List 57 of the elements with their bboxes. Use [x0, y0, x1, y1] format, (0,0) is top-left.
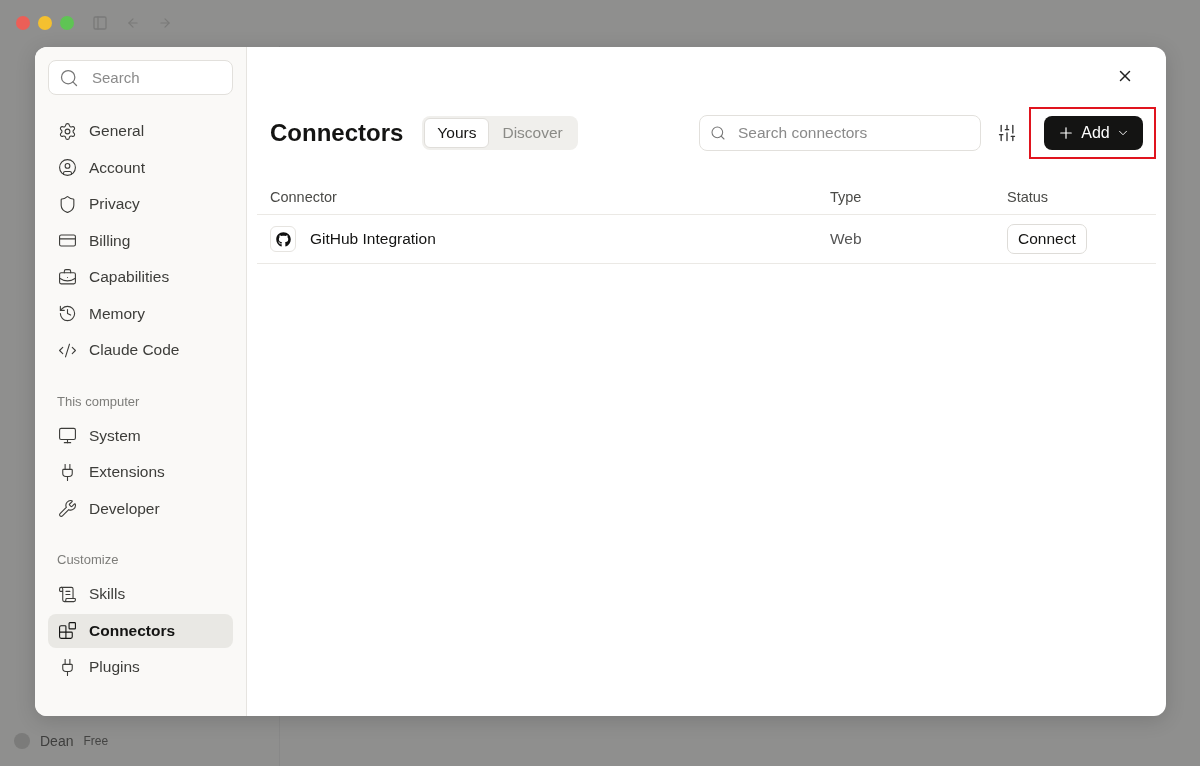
sidebar-item[interactable]: Memory — [48, 296, 233, 331]
sidebar-item-label: Connectors — [89, 621, 176, 640]
zoom-window-icon[interactable] — [60, 16, 74, 30]
user-name: Dean — [40, 733, 74, 749]
sidebar-item[interactable]: Capabilities — [48, 260, 233, 295]
column-header: Type — [830, 189, 863, 205]
sidebar-item-label: Developer — [89, 499, 160, 518]
section-heading: This computer — [56, 392, 141, 411]
sidebar-item-label: Claude Code — [89, 341, 180, 360]
search-icon — [710, 125, 726, 141]
sidebar-item-label: Memory — [89, 304, 145, 323]
briefcase-icon — [58, 267, 77, 287]
sidebar-item-label: Skills — [89, 585, 126, 604]
section-heading: Customize — [56, 551, 120, 569]
shield-icon — [58, 194, 77, 214]
sidebar-search-field[interactable]: Search — [48, 60, 233, 95]
tab[interactable]: Yours — [424, 118, 490, 148]
sidebar-item-label: Privacy — [89, 195, 140, 214]
sidebar-item[interactable]: Billing — [48, 223, 233, 258]
column-header: Status — [1007, 189, 1050, 205]
sidebar-item[interactable]: Extensions — [48, 455, 233, 490]
sidebar-item[interactable]: Skills — [48, 577, 233, 612]
page-title: Connectors — [270, 119, 404, 147]
connector-search-field[interactable]: Search connectors — [699, 115, 981, 151]
github-logo-icon — [270, 226, 296, 252]
blocks-icon — [58, 621, 77, 641]
sidebar-item[interactable]: Connectors — [48, 613, 233, 648]
column-header: Connector — [270, 189, 338, 205]
sidebar-item[interactable]: Privacy — [48, 187, 233, 222]
sidebar-item-label: Capabilities — [89, 268, 170, 287]
sidebar-item-label: Billing — [89, 231, 131, 250]
connector-name: GitHub Integration — [310, 230, 436, 248]
filter-button[interactable] — [997, 123, 1017, 143]
connect-button[interactable]: Connect — [1007, 224, 1087, 254]
minimize-window-icon[interactable] — [38, 16, 52, 30]
user-circle-icon — [58, 158, 77, 178]
plan-label: Free — [83, 734, 109, 748]
sidebar-item-label: Extensions — [89, 463, 165, 482]
sidebar-item-label: Account — [89, 158, 145, 177]
monitor-icon — [58, 426, 77, 446]
wrench-icon — [58, 499, 77, 519]
sidebar-item[interactable]: General — [48, 114, 233, 149]
search-icon — [59, 67, 79, 88]
sidebar-item-label: General — [89, 122, 145, 141]
close-window-icon[interactable] — [16, 16, 30, 30]
sidebar-item[interactable]: System — [48, 418, 233, 453]
sidebar-item-label: System — [89, 426, 141, 445]
sidebar-item[interactable]: Developer — [48, 491, 233, 526]
history-icon — [58, 304, 77, 324]
gear-icon — [58, 121, 77, 141]
scroll-icon — [58, 584, 77, 604]
sidebar-item[interactable]: Plugins — [48, 650, 233, 685]
sidebar-item-label: Plugins — [89, 658, 140, 677]
add-button[interactable]: Add — [1044, 116, 1143, 150]
sidebar-item[interactable]: Claude Code — [48, 333, 233, 368]
connector-type: Web — [830, 230, 863, 248]
sidebar-item[interactable]: Account — [48, 150, 233, 185]
